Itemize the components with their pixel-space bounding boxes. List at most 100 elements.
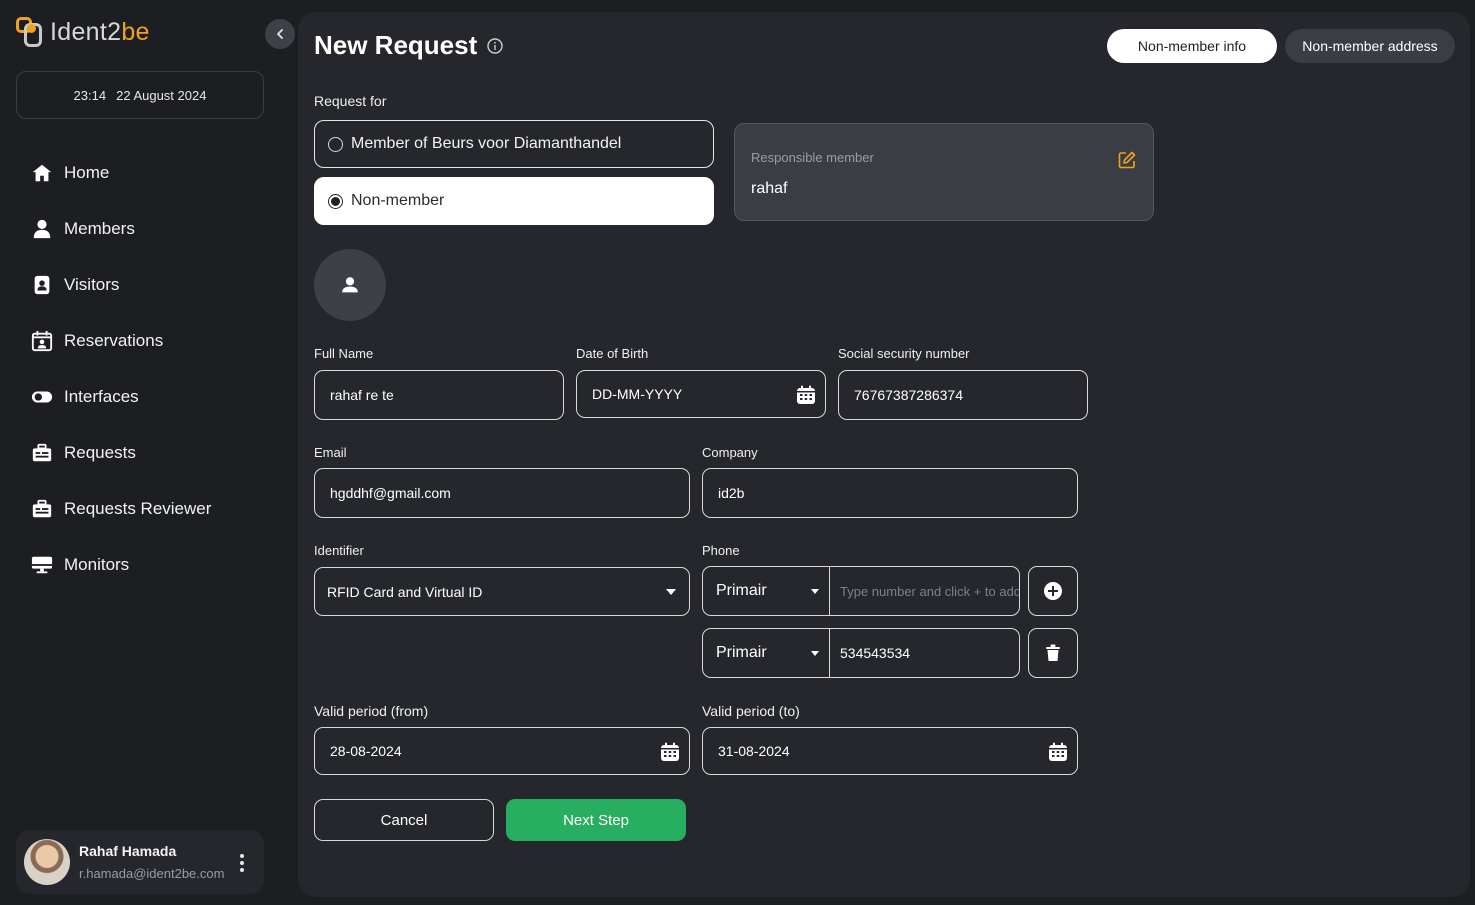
sidebar: Ident2be 23:14 22 August 2024 Home Membe… [0, 0, 282, 905]
delete-phone-button[interactable] [1028, 628, 1078, 678]
edit-icon[interactable] [1117, 150, 1137, 170]
valid-from-value: 28-08-2024 [330, 743, 402, 759]
company-label: Company [702, 445, 758, 460]
phone-number-input[interactable]: 534543534 [830, 629, 1019, 677]
current-date: 22 August 2024 [116, 87, 207, 103]
avatar [24, 839, 70, 885]
radio-non-member-option[interactable]: Non-member [314, 177, 714, 225]
phone-type-select[interactable]: Primair [703, 567, 830, 615]
email-input[interactable]: hgddhf@gmail.com [314, 468, 690, 518]
chevron-down-icon [811, 589, 819, 594]
phone-label: Phone [702, 543, 740, 558]
valid-from-label: Valid period (from) [314, 703, 429, 719]
responsible-member-card: Responsible member rahaf [734, 123, 1154, 221]
email-label: Email [314, 445, 347, 460]
radio-checked-icon [328, 193, 343, 209]
more-options-icon[interactable] [234, 854, 250, 872]
ssn-label: Social security number [838, 346, 970, 361]
tab-non-member-address[interactable]: Non-member address [1285, 29, 1455, 63]
current-time: 23:14 [73, 87, 107, 103]
datetime-display: 23:14 22 August 2024 [16, 71, 264, 119]
full-name-input[interactable]: rahaf re te [314, 370, 564, 420]
user-name: Rahaf Hamada [79, 843, 177, 859]
page-title-text: New Request [314, 30, 478, 60]
briefcase-icon [30, 441, 54, 465]
dob-input[interactable]: DD-MM-YYYY [576, 370, 826, 418]
next-step-button[interactable]: Next Step [506, 799, 686, 841]
identifier-label: Identifier [314, 543, 364, 558]
calendar-icon[interactable] [795, 384, 817, 406]
full-name-label: Full Name [314, 346, 374, 361]
logo[interactable]: Ident2be [16, 14, 150, 50]
phone-number-input[interactable]: Type number and click + to add [830, 567, 1019, 615]
dob-value: DD-MM-YYYY [592, 386, 683, 402]
sidebar-item-label: Members [64, 219, 135, 238]
radio-label: Member of Beurs voor Diamanthandel [351, 135, 622, 152]
request-for-label: Request for [314, 93, 387, 109]
valid-to-input[interactable]: 31-08-2024 [702, 727, 1078, 775]
sidebar-item-label: Visitors [64, 275, 120, 294]
sidebar-item-members[interactable]: Members [30, 201, 270, 257]
info-icon[interactable] [487, 37, 503, 54]
responsible-member-label: Responsible member [751, 150, 874, 165]
sidebar-item-visitors[interactable]: Visitors [30, 257, 270, 313]
phone-row-new: Primair Type number and click + to add [702, 566, 1020, 616]
cancel-button[interactable]: Cancel [314, 799, 494, 841]
email-value: hgddhf@gmail.com [330, 485, 451, 501]
phone-type-value: Primair [716, 644, 767, 661]
sidebar-item-label: Requests [64, 443, 136, 462]
toggle-icon [30, 385, 54, 409]
page-title: New Request [314, 30, 503, 61]
plus-circle-icon [1044, 582, 1062, 600]
dob-label: Date of Birth [576, 346, 649, 361]
logo-icon [16, 15, 48, 49]
add-phone-button[interactable] [1028, 566, 1078, 616]
sidebar-item-requests-reviewer[interactable]: Requests Reviewer [30, 481, 270, 537]
sidebar-item-monitors[interactable]: Monitors [30, 537, 270, 593]
radio-member-option[interactable]: Member of Beurs voor Diamanthandel [314, 120, 714, 168]
chevron-left-icon [277, 29, 283, 39]
sidebar-item-reservations[interactable]: Reservations [30, 313, 270, 369]
calendar-icon[interactable] [1047, 741, 1069, 763]
chevron-down-icon [666, 589, 676, 595]
person-icon [342, 277, 358, 293]
sidebar-item-label: Requests Reviewer [64, 499, 212, 518]
monitor-icon [30, 553, 54, 577]
identifier-select[interactable]: RFID Card and Virtual ID [314, 567, 690, 616]
sidebar-nav: Home Members Visitors Reservations Inter… [30, 145, 270, 593]
ssn-input[interactable]: 76767387286374 [838, 370, 1088, 420]
radio-unchecked-icon [328, 136, 343, 152]
radio-label: Non-member [351, 192, 445, 209]
main-panel: New Request Non-member info Non-member a… [298, 12, 1470, 897]
home-icon [30, 161, 54, 185]
sidebar-item-requests[interactable]: Requests [30, 425, 270, 481]
ssn-value: 76767387286374 [854, 387, 964, 403]
calendar-icon[interactable] [659, 741, 681, 763]
phone-row-existing: Primair 534543534 [702, 628, 1020, 678]
person-icon [30, 217, 54, 241]
valid-to-label: Valid period (to) [702, 703, 800, 719]
full-name-value: rahaf re te [330, 387, 394, 403]
sidebar-item-home[interactable]: Home [30, 145, 270, 201]
responsible-member-value: rahaf [751, 180, 788, 197]
briefcase-icon [30, 497, 54, 521]
sidebar-item-label: Reservations [64, 331, 164, 350]
calendar-person-icon [30, 329, 54, 353]
sidebar-item-interfaces[interactable]: Interfaces [30, 369, 270, 425]
tab-non-member-info[interactable]: Non-member info [1107, 29, 1277, 63]
phone-type-select[interactable]: Primair [703, 629, 830, 677]
valid-from-input[interactable]: 28-08-2024 [314, 727, 690, 775]
collapse-sidebar-button[interactable] [265, 19, 295, 49]
sidebar-item-label: Home [64, 163, 110, 182]
logo-text: Ident2be [50, 17, 150, 46]
chevron-down-icon [811, 651, 819, 656]
user-profile-card[interactable]: Rahaf Hamada r.hamada@ident2be.com [16, 830, 264, 894]
identifier-value: RFID Card and Virtual ID [327, 583, 483, 600]
phone-type-value: Primair [716, 582, 767, 599]
valid-to-value: 31-08-2024 [718, 743, 790, 759]
company-value: id2b [718, 485, 745, 501]
photo-upload-button[interactable] [314, 249, 386, 321]
sidebar-item-label: Monitors [64, 555, 130, 574]
sidebar-item-label: Interfaces [64, 387, 139, 406]
company-input[interactable]: id2b [702, 468, 1078, 518]
